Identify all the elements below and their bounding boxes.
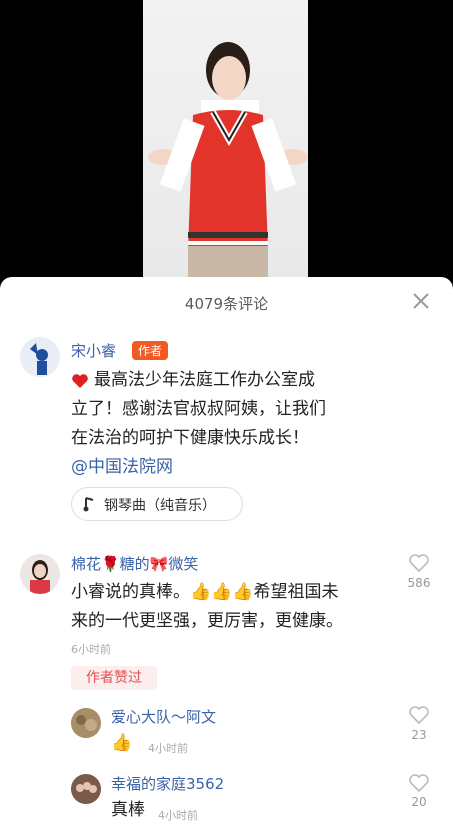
author-badge: 作者 xyxy=(132,341,169,360)
post-mention-link[interactable]: @中国法院网 xyxy=(71,453,173,482)
reply-author-name[interactable]: 爱心大队～阿文 xyxy=(111,706,216,727)
comment-text-line2: 来的一代更坚强，更厉害，更健康。 xyxy=(71,611,343,631)
reply-time: 4小时前 xyxy=(158,809,198,822)
like-count: 586 xyxy=(407,576,431,590)
close-icon[interactable] xyxy=(411,291,431,311)
reply-time: 4小时前 xyxy=(148,742,188,755)
like-count: 20 xyxy=(411,795,427,809)
comment-text-line1: 小睿说的真棒。👍👍👍希望祖国未 xyxy=(71,582,339,602)
reply-author-name[interactable]: 幸福的家庭3562 xyxy=(111,773,224,794)
reply-avatar[interactable] xyxy=(71,708,101,738)
comment-author-name[interactable]: 棉花🌹糖的🎀微笑 xyxy=(71,553,198,574)
avatar-image xyxy=(71,708,101,738)
post-author-name[interactable]: 宋小睿 xyxy=(71,340,116,361)
music-note-icon xyxy=(83,497,94,512)
like-icon[interactable] xyxy=(408,552,430,574)
music-title: 钢琴曲（纯音乐） xyxy=(104,498,216,514)
video-player[interactable] xyxy=(0,0,453,290)
post-text-line3: 在法治的呵护下健康快乐成长！ xyxy=(71,428,309,448)
reply-avatar[interactable] xyxy=(71,774,101,804)
author-liked-tag: 作者赞过 xyxy=(71,666,157,690)
avatar-image xyxy=(20,554,60,594)
heart-icon xyxy=(72,374,88,388)
like-count: 23 xyxy=(411,728,427,742)
video-frame xyxy=(143,0,308,290)
like-icon[interactable] xyxy=(408,704,430,726)
comments-count-title: 4079条评论 xyxy=(184,295,269,313)
avatar-image xyxy=(20,337,60,377)
post-text-line1: 最高法少年法庭工作办公室成 xyxy=(94,370,315,390)
girl-figure xyxy=(148,42,308,290)
reply-text: 👍 xyxy=(111,733,133,753)
like-icon[interactable] xyxy=(408,772,430,794)
post-text-line2: 立了！感谢法官叔叔阿姨，让我们 xyxy=(71,399,326,419)
comments-sheet: 4079条评论 宋小睿 作者 最高法少年法庭工作办公室成 立了！感谢法官叔叔阿姨… xyxy=(0,277,453,829)
music-tag[interactable]: 钢琴曲（纯音乐） xyxy=(71,487,243,521)
avatar-image xyxy=(71,774,101,804)
comment-time: 6小时前 xyxy=(71,643,111,656)
reply-text: 真棒 xyxy=(111,800,145,820)
author-avatar[interactable] xyxy=(20,337,60,377)
commenter-avatar[interactable] xyxy=(20,554,60,594)
